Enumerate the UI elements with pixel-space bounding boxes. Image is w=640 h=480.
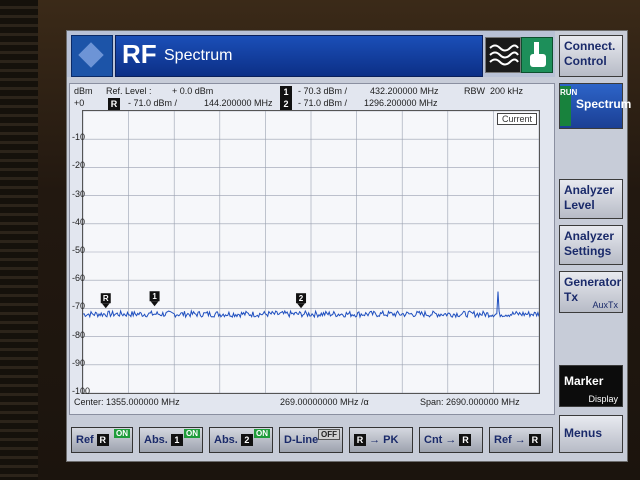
- y-tick-label: -10: [72, 132, 86, 143]
- rbw-value: 200 kHz: [490, 86, 524, 96]
- abs2-on-badge: ON: [254, 429, 270, 438]
- m1-level: - 70.3 dBm /: [298, 86, 348, 96]
- menus-button[interactable]: Menus: [559, 415, 623, 453]
- abs1-marker-toggle[interactable]: Abs. 1 ON: [139, 427, 203, 453]
- analyzer-settings-button[interactable]: Analyzer Settings: [559, 225, 623, 265]
- trace-mode-label: Current: [496, 113, 537, 125]
- spectrum-button[interactable]: RUN Spectrum: [559, 83, 631, 129]
- spectrum-label: Spectrum: [576, 97, 632, 111]
- m2-freq: 1296.200000 MHz: [364, 98, 438, 108]
- ref-marker-tag: R: [108, 98, 120, 110]
- svg-text:1: 1: [152, 292, 157, 301]
- marker-label: Marker: [564, 374, 604, 388]
- ref-top-label: +0: [74, 98, 85, 108]
- y-tick-label: -50: [72, 245, 86, 255]
- m1-freq: 432.200000 MHz: [370, 86, 439, 96]
- y-tick-label: -40: [72, 216, 86, 227]
- generator-tx-button[interactable]: Generator Tx AuxTx: [559, 271, 623, 313]
- center-frequency: Center: 1355.000000 MHz: [74, 397, 180, 407]
- svg-text:2: 2: [299, 294, 304, 303]
- y-tick-label: -100: [72, 386, 91, 396]
- svg-text:R: R: [103, 294, 109, 303]
- menus-label: Menus: [564, 426, 603, 440]
- abs1-on-badge: ON: [184, 429, 200, 438]
- rs-logo-icon: [71, 35, 113, 77]
- ref-level-value: + 0.0 dBm: [172, 86, 214, 96]
- title-band: RF Spectrum: [115, 35, 483, 77]
- analyzer-level-button[interactable]: Analyzer Level: [559, 179, 623, 219]
- marker-sub-label: Display: [588, 394, 618, 404]
- span-frequency: Span: 2690.000000 MHz: [420, 397, 520, 407]
- spectrum-plot-panel: dBm +0 Ref. Level : + 0.0 dBm R - 71.0 d…: [69, 83, 555, 415]
- y-tick-label: -90: [72, 357, 86, 368]
- spectrum-grid[interactable]: R 1 2 Current: [82, 110, 540, 394]
- connect-control-label: Connect. Control: [564, 39, 616, 68]
- waveform-icon[interactable]: [485, 37, 521, 73]
- run-tag: RUN: [560, 86, 577, 126]
- connect-control-button[interactable]: Connect. Control: [559, 35, 623, 77]
- instrument-screen: RF Spectrum Connect. Control RUN Spectru…: [66, 30, 631, 462]
- ref-level-label: Ref. Level :: [106, 86, 152, 96]
- y-tick-label: -80: [72, 329, 86, 340]
- ref-marker-level: - 71.0 dBm /: [128, 98, 178, 108]
- page-title: Spectrum: [164, 47, 233, 64]
- analyzer-settings-label: Analyzer Settings: [564, 229, 615, 258]
- y-tick-label: -60: [72, 273, 86, 284]
- title-bar: RF Spectrum: [67, 31, 555, 77]
- y-unit-label: dBm: [74, 86, 93, 96]
- ref-marker-toggle[interactable]: Ref R ON: [71, 427, 133, 453]
- ref-to-marker-button[interactable]: Ref → R: [489, 427, 553, 453]
- marker-to-peak-button[interactable]: R → PK: [349, 427, 413, 453]
- marker-r[interactable]: R: [100, 293, 111, 309]
- m1-tag: 1: [280, 86, 292, 98]
- division-frequency: 269.00000000 MHz /α: [280, 397, 369, 407]
- center-to-marker-button[interactable]: Cnt → R: [419, 427, 483, 453]
- marker-1[interactable]: 1: [149, 291, 160, 307]
- y-tick-label: -70: [72, 301, 86, 312]
- hand-pointer-icon[interactable]: [521, 37, 553, 73]
- rbw-label: RBW: [464, 86, 485, 96]
- analyzer-level-label: Analyzer Level: [564, 183, 615, 212]
- ref-on-badge: ON: [114, 429, 130, 438]
- generator-sub-label: AuxTx: [592, 300, 618, 310]
- bezel-vents: [0, 0, 38, 480]
- abs2-marker-toggle[interactable]: Abs. 2 ON: [209, 427, 273, 453]
- dline-toggle[interactable]: D-Line OFF: [279, 427, 343, 453]
- ref-marker-freq: 144.200000 MHz: [204, 98, 273, 108]
- y-tick-label: -20: [72, 160, 86, 171]
- m2-level: - 71.0 dBm /: [298, 98, 348, 108]
- title-rf: RF: [122, 39, 157, 69]
- dline-off-badge: OFF: [318, 429, 340, 440]
- m2-tag: 2: [280, 98, 292, 110]
- marker-2[interactable]: 2: [296, 293, 307, 309]
- marker-button[interactable]: Marker Display: [559, 365, 623, 407]
- y-tick-label: -30: [72, 188, 86, 199]
- spectrum-chart: R 1 2: [82, 110, 540, 394]
